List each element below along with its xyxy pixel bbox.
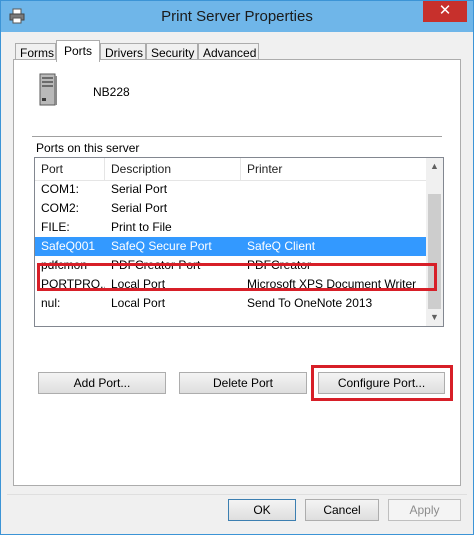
ports-list-header: Port Description Printer (35, 158, 426, 181)
title-bar[interactable]: Print Server Properties ✕ (1, 1, 473, 32)
close-icon[interactable]: ✕ (423, 1, 467, 22)
table-row[interactable]: PORTPRO... Local Port Microsoft XPS Docu… (35, 275, 426, 294)
printer-cell: PDFCreator (247, 258, 312, 272)
scroll-up-icon[interactable]: ▲ (426, 158, 443, 175)
button-area-separator (7, 494, 467, 495)
vertical-scrollbar[interactable]: ▲ ▼ (426, 158, 443, 326)
column-header-description[interactable]: Description (105, 158, 241, 180)
description-cell: SafeQ Secure Port (111, 239, 212, 253)
port-cell: FILE: (41, 220, 70, 234)
ports-on-server-label: Ports on this server (36, 141, 140, 155)
printer-cell: Microsoft XPS Document Writer (247, 277, 417, 291)
server-tower-icon (38, 73, 58, 107)
configure-port-button[interactable]: Configure Port... (318, 372, 445, 394)
port-cell: nul: (41, 296, 61, 310)
table-row[interactable]: COM2: Serial Port (35, 199, 426, 218)
port-cell: COM2: (41, 201, 80, 215)
description-cell: Print to File (111, 220, 172, 234)
description-cell: Serial Port (111, 182, 168, 196)
dialog-client-area: Forms Ports Drivers Security Advanced NB… (7, 32, 467, 530)
description-cell: Local Port (111, 277, 166, 291)
description-cell: Local Port (111, 296, 166, 310)
window-title: Print Server Properties (161, 8, 313, 25)
printer-cell: Send To OneNote 2013 (247, 296, 373, 310)
divider (32, 136, 442, 138)
table-row-selected[interactable]: SafeQ001 SafeQ Secure Port SafeQ Client (35, 237, 426, 256)
add-port-button[interactable]: Add Port... (38, 372, 166, 394)
port-cell: SafeQ001 (41, 239, 96, 253)
cancel-button[interactable]: Cancel (305, 499, 379, 521)
tab-ports[interactable]: Ports (56, 40, 100, 62)
scroll-down-icon[interactable]: ▼ (426, 309, 443, 326)
description-cell: Serial Port (111, 201, 168, 215)
table-row[interactable]: FILE: Print to File (35, 218, 426, 237)
scroll-thumb[interactable] (428, 194, 441, 309)
delete-port-button[interactable]: Delete Port (179, 372, 307, 394)
ok-button[interactable]: OK (228, 499, 296, 521)
ports-tab-panel: NB228 Ports on this server Port Descript… (13, 59, 461, 486)
description-cell: PDFCreator Port (111, 258, 201, 272)
table-row[interactable]: nul: Local Port Send To OneNote 2013 (35, 294, 426, 313)
server-name: NB228 (93, 85, 130, 99)
ports-list-body: COM1: Serial Port COM2: Serial Port FILE… (35, 180, 426, 313)
print-server-properties-window: Print Server Properties ✕ Forms Ports Dr… (0, 0, 474, 535)
printer-cell: SafeQ Client (247, 239, 316, 253)
ports-list[interactable]: Port Description Printer COM1: Serial Po… (34, 157, 444, 327)
column-header-printer[interactable]: Printer (241, 158, 426, 180)
column-header-port[interactable]: Port (35, 158, 105, 180)
apply-button[interactable]: Apply (388, 499, 461, 521)
port-cell: pdfcmon (41, 258, 88, 272)
table-row[interactable]: pdfcmon PDFCreator Port PDFCreator (35, 256, 426, 275)
port-cell: COM1: (41, 182, 80, 196)
port-cell: PORTPRO... (41, 277, 105, 291)
table-row[interactable]: COM1: Serial Port (35, 180, 426, 199)
